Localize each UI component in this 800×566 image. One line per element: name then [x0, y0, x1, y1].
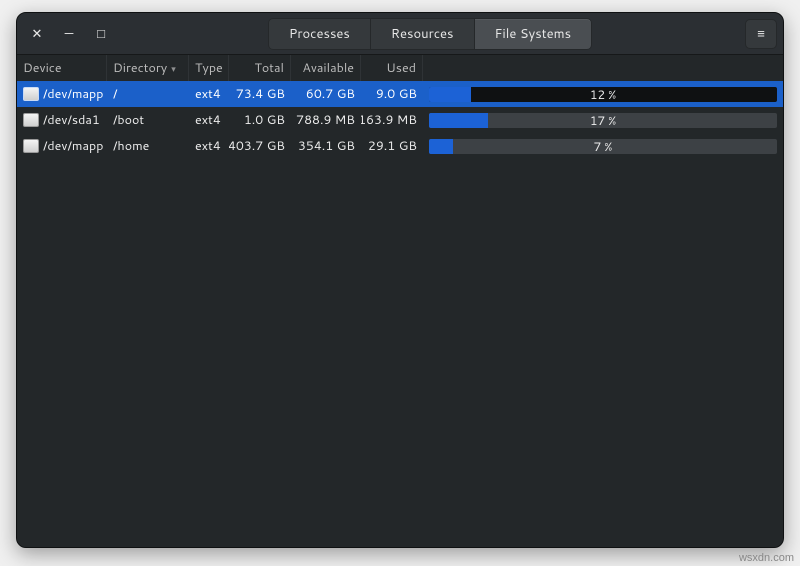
- maximize-button[interactable]: □: [87, 20, 115, 48]
- col-used-size[interactable]: Used: [361, 55, 423, 81]
- cell-used: 9.0 GB: [361, 81, 423, 107]
- cell-used: 163.9 MB: [361, 107, 423, 133]
- minimize-icon: —: [65, 25, 74, 43]
- tab-switcher: Processes Resources File Systems: [119, 18, 741, 50]
- maximize-icon: □: [97, 25, 105, 43]
- cell-total: 403.7 GB: [229, 133, 291, 159]
- cell-available: 60.7 GB: [291, 81, 361, 107]
- disk-icon: [23, 113, 39, 127]
- cell-total: 1.0 GB: [229, 107, 291, 133]
- tab-resources[interactable]: Resources: [370, 18, 475, 50]
- tab-processes[interactable]: Processes: [268, 18, 371, 50]
- cell-directory: /boot: [107, 107, 189, 133]
- cell-directory: /: [107, 81, 189, 107]
- table-row[interactable]: /dev/mapp/homeext4403.7 GB354.1 GB29.1 G…: [17, 133, 783, 159]
- cell-usage-bar: 12 %: [423, 81, 783, 107]
- cell-device: /dev/sda1: [17, 107, 107, 133]
- close-icon: ✕: [32, 25, 43, 43]
- col-available[interactable]: Available: [291, 55, 361, 81]
- table-row[interactable]: /dev/mapp/ext473.4 GB60.7 GB9.0 GB 12 %: [17, 81, 783, 107]
- system-monitor-window: ✕ — □ Processes Resources File Systems ≡…: [16, 12, 784, 548]
- table-header: Device Directory ▾ Type Total Available …: [17, 55, 783, 81]
- device-text: /dev/mapp: [43, 85, 103, 103]
- cell-device: /dev/mapp: [17, 81, 107, 107]
- col-directory-label: Directory: [113, 59, 167, 77]
- watermark: wsxdn.com: [739, 552, 794, 564]
- usage-bar-label: 12 %: [429, 87, 777, 102]
- device-text: /dev/sda1: [43, 111, 100, 129]
- disk-icon: [23, 139, 39, 153]
- hamburger-menu-button[interactable]: ≡: [745, 19, 777, 49]
- cell-total: 73.4 GB: [229, 81, 291, 107]
- titlebar: ✕ — □ Processes Resources File Systems ≡: [17, 13, 783, 55]
- usage-bar-track: 17 %: [429, 113, 777, 128]
- cell-type: ext4: [189, 81, 229, 107]
- col-used-bar[interactable]: [423, 55, 783, 81]
- disk-icon: [23, 87, 39, 101]
- table-row[interactable]: /dev/sda1/bootext41.0 GB788.9 MB163.9 MB…: [17, 107, 783, 133]
- cell-available: 788.9 MB: [291, 107, 361, 133]
- col-directory[interactable]: Directory ▾: [107, 55, 189, 81]
- cell-directory: /home: [107, 133, 189, 159]
- file-systems-panel: Device Directory ▾ Type Total Available …: [17, 55, 783, 547]
- cell-usage-bar: 17 %: [423, 107, 783, 133]
- cell-device: /dev/mapp: [17, 133, 107, 159]
- tab-file-systems[interactable]: File Systems: [474, 18, 593, 50]
- usage-bar-track: 7 %: [429, 139, 777, 154]
- usage-bar-label: 7 %: [429, 139, 777, 154]
- cell-type: ext4: [189, 107, 229, 133]
- cell-available: 354.1 GB: [291, 133, 361, 159]
- cell-used: 29.1 GB: [361, 133, 423, 159]
- usage-bar-label: 17 %: [429, 113, 777, 128]
- table-body: /dev/mapp/ext473.4 GB60.7 GB9.0 GB12 %/d…: [17, 81, 783, 159]
- minimize-button[interactable]: —: [55, 20, 83, 48]
- close-button[interactable]: ✕: [23, 20, 51, 48]
- col-device[interactable]: Device: [17, 55, 107, 81]
- usage-bar-track: 12 %: [429, 87, 777, 102]
- col-type[interactable]: Type: [189, 55, 229, 81]
- hamburger-icon: ≡: [757, 25, 765, 43]
- col-total[interactable]: Total: [229, 55, 291, 81]
- cell-type: ext4: [189, 133, 229, 159]
- cell-usage-bar: 7 %: [423, 133, 783, 159]
- sort-indicator-icon: ▾: [171, 62, 176, 75]
- device-text: /dev/mapp: [43, 137, 103, 155]
